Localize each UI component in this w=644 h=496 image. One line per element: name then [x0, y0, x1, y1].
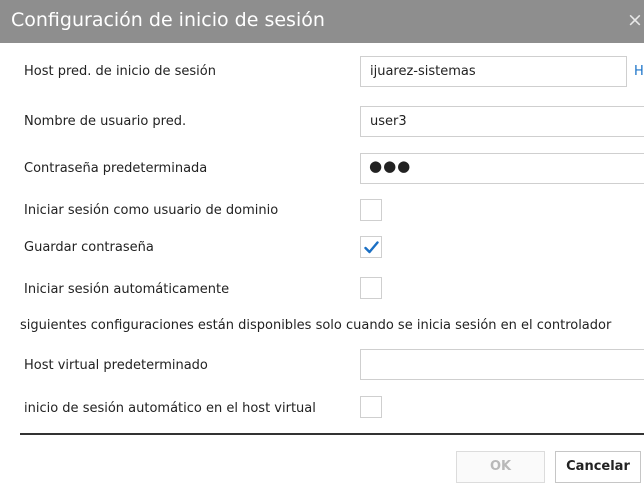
save-password-checkbox[interactable] [360, 236, 382, 258]
virtual-host-input[interactable] [360, 349, 644, 380]
cancel-button[interactable]: Cancelar [555, 451, 641, 483]
save-password-label: Guardar contraseña [24, 240, 154, 255]
host-label: Host pred. de inicio de sesión [24, 64, 216, 79]
auto-login-label: Iniciar sesión automáticamente [24, 282, 230, 297]
local-host-link[interactable]: Host local [634, 64, 644, 79]
controller-note: siguientes configuraciones están disponi… [20, 318, 612, 333]
title-bar: Configuración de inicio de sesión × [0, 0, 644, 43]
auto-login-checkbox[interactable] [360, 277, 382, 299]
virtual-auto-login-label: inicio de sesión automático en el host v… [24, 401, 316, 416]
password-input[interactable] [360, 153, 644, 184]
dialog-title: Configuración de inicio de sesión [11, 9, 325, 31]
virtual-host-label: Host virtual predeterminado [24, 358, 208, 373]
domain-user-checkbox[interactable] [360, 199, 382, 221]
host-input[interactable] [360, 56, 627, 87]
login-settings-dialog: Configuración de inicio de sesión × Host… [0, 0, 644, 496]
username-label: Nombre de usuario pred. [24, 114, 187, 129]
virtual-auto-login-checkbox[interactable] [360, 396, 382, 418]
password-label: Contraseña predeterminada [24, 161, 208, 176]
ok-button[interactable]: OK [456, 451, 545, 483]
divider [20, 433, 644, 435]
domain-user-label: Iniciar sesión como usuario de dominio [24, 203, 279, 218]
close-icon[interactable]: × [627, 9, 643, 31]
username-input[interactable] [360, 106, 644, 137]
checkmark-icon [364, 241, 379, 254]
